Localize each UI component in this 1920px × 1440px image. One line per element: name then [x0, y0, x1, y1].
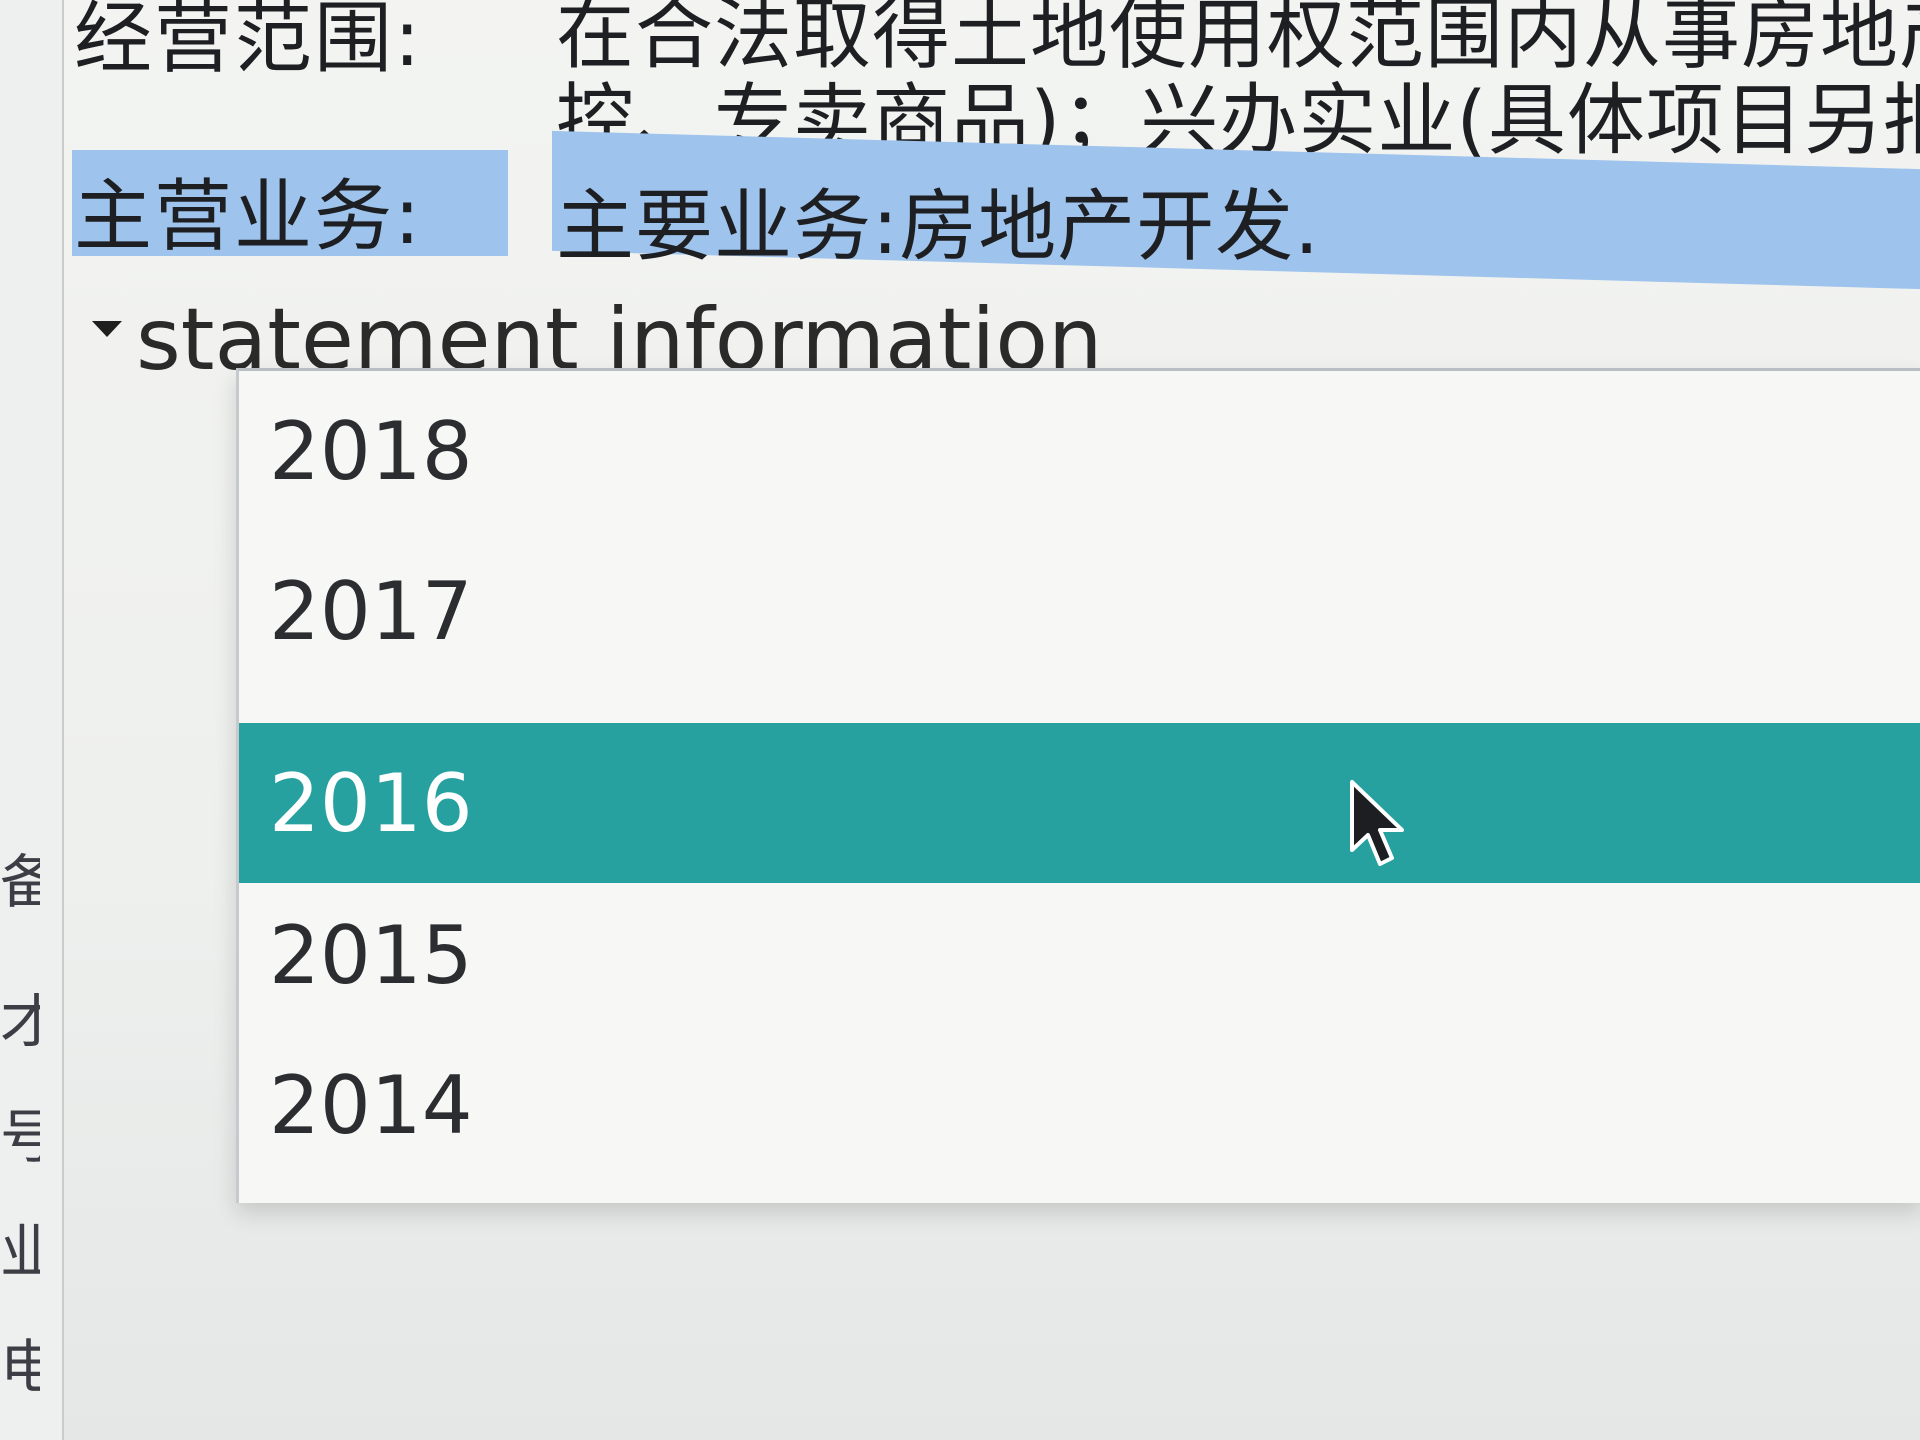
left-edge-char: 备 — [0, 848, 40, 916]
left-edge-char: 业 — [0, 1218, 40, 1286]
business-scope-label: 经营范围: — [74, 0, 423, 84]
year-option-2016[interactable]: 2016 — [239, 723, 1920, 883]
year-option-2015[interactable]: 2015 — [239, 875, 1920, 1035]
year-option-2014[interactable]: 2014 — [239, 1025, 1920, 1185]
main-business-value: 主要业务:房地产开发. — [556, 182, 1321, 272]
year-option-label: 2014 — [269, 1058, 473, 1152]
year-dropdown-list[interactable]: 2018 2017 2016 2015 2014 — [236, 368, 1920, 1203]
left-edge-char: 电 — [0, 1333, 40, 1401]
expand-arrow-icon — [92, 321, 122, 337]
mouse-pointer-icon — [1350, 780, 1404, 866]
left-window-edge: 备 才 号 业 电 — [0, 0, 64, 1440]
year-option-label: 2018 — [269, 404, 473, 498]
main-business-label: 主营业务: — [74, 172, 423, 262]
year-option-label: 2015 — [269, 908, 473, 1002]
year-option-2017[interactable]: 2017 — [239, 531, 1920, 691]
year-option-label: 2016 — [269, 756, 473, 850]
left-edge-char: 号 — [0, 1103, 40, 1171]
left-edge-char: 才 — [0, 988, 40, 1056]
year-option-label: 2017 — [269, 564, 473, 658]
year-option-2018[interactable]: 2018 — [239, 371, 1920, 531]
screen: 备 才 号 业 电 经营范围: 在合法取得土地使用权范围内从事房地产 控、专卖商… — [0, 0, 1920, 1440]
